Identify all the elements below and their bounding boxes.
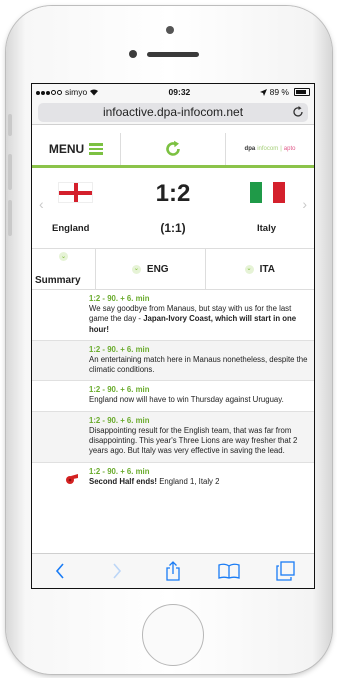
- forward-button[interactable]: [102, 559, 132, 583]
- battery-icon: [293, 88, 310, 96]
- entry-text: An entertaining match here in Manaus non…: [89, 354, 308, 375]
- tab-summary[interactable]: ⌄ Summary: [32, 249, 96, 289]
- menu-button[interactable]: MENU: [32, 133, 121, 165]
- dpa-logo: dpa infocom | apto: [226, 133, 314, 165]
- entry-text: Second Half ends! England 1, Italy 2: [89, 477, 310, 487]
- share-button[interactable]: [158, 559, 188, 583]
- refresh-icon: [166, 140, 180, 156]
- away-team-name: Italy: [257, 223, 277, 234]
- share-icon: [166, 561, 180, 581]
- entry-text: England now will have to win Thursday ag…: [89, 395, 284, 405]
- browser-toolbar: [32, 553, 314, 588]
- ticker-entry: 1:2 - 90. + 6. min Disappointing result …: [32, 411, 314, 463]
- live-ticker: 1:2 - 90. + 6. min We say goodbye from M…: [32, 290, 314, 492]
- logo-separator: |: [280, 146, 282, 152]
- tab-bar: ⌄ Summary ⌄ ENG ⌄ ITA: [32, 249, 314, 290]
- tabs-button[interactable]: [271, 559, 301, 583]
- wifi-icon: [90, 89, 99, 96]
- hamburger-icon: [89, 143, 104, 155]
- next-match-arrow[interactable]: ›: [302, 196, 307, 212]
- location-icon: [259, 88, 267, 96]
- logo-alt: apto: [283, 146, 296, 152]
- earpiece-speaker: [147, 52, 199, 57]
- tab-home-label: ENG: [146, 263, 169, 275]
- entry-time: 1:2 - 90. + 6. min: [89, 415, 150, 425]
- scoreboard: ‹ England 1:2 (1:1) Italy ›: [32, 168, 314, 249]
- mute-switch: [8, 114, 12, 136]
- ticker-entry: 1:2 - 90. + 6. min We say goodbye from M…: [32, 290, 314, 341]
- italy-flag: [250, 182, 286, 203]
- clock: 09:32: [168, 87, 191, 97]
- app-header: MENU dpa infocom | apto: [32, 133, 314, 168]
- whistle-icon: [66, 473, 78, 484]
- camera-dot: [166, 26, 174, 34]
- refresh-button[interactable]: [121, 133, 226, 165]
- volume-up-button: [8, 154, 12, 190]
- home-button[interactable]: [142, 604, 204, 666]
- url-field[interactable]: infoactive.dpa-infocom.net: [38, 102, 308, 122]
- tab-away-label: ITA: [259, 263, 275, 275]
- tab-home-team[interactable]: ⌄ ENG: [96, 249, 206, 289]
- phone-screen: simyo 09:32 89 % infoactive.dpa-infocom.…: [31, 83, 315, 589]
- ticker-entry: 1:2 - 90. + 6. min Second Half ends! Eng…: [32, 463, 314, 492]
- entry-time: 1:2 - 90. + 6. min: [89, 344, 150, 354]
- entry-text-plain: England 1, Italy 2: [157, 476, 220, 486]
- tabs-icon: [276, 561, 295, 581]
- entry-text-bold: Second Half ends!: [89, 476, 158, 486]
- chevron-down-icon: ⌄: [131, 264, 141, 274]
- url-text: infoactive.dpa-infocom.net: [102, 105, 244, 119]
- bookmarks-button[interactable]: [214, 559, 244, 583]
- tab-summary-label: Summary: [35, 275, 81, 286]
- chevron-down-icon: ⌄: [244, 264, 254, 274]
- tab-away-team[interactable]: ⌄ ITA: [206, 249, 315, 289]
- back-button[interactable]: [45, 559, 75, 583]
- ticker-entry: 1:2 - 90. + 6. min England now will have…: [32, 381, 314, 412]
- status-bar: simyo 09:32 89 %: [32, 84, 314, 100]
- carrier-name: simyo: [65, 87, 88, 97]
- book-icon: [218, 563, 241, 579]
- logo-main: dpa: [244, 146, 256, 152]
- entry-text: Disappointing result for the English tea…: [89, 425, 298, 456]
- battery-percent: 89 %: [269, 87, 289, 97]
- address-bar: infoactive.dpa-infocom.net: [32, 100, 314, 125]
- ticker-entry: 1:2 - 90. + 6. min An entertaining match…: [32, 340, 314, 382]
- signal-icon: [36, 87, 63, 97]
- entry-text: We say goodbye from Manaus, but stay wit…: [89, 304, 310, 335]
- chevron-down-icon: ⌄: [59, 252, 68, 261]
- chevron-right-icon: [112, 563, 121, 579]
- front-camera: [129, 50, 137, 58]
- chevron-left-icon: [56, 563, 64, 579]
- logo-sub: infocom: [257, 146, 279, 152]
- reload-icon[interactable]: [293, 106, 304, 118]
- entry-time: 1:2 - 90. + 6. min: [89, 294, 150, 303]
- entry-time: 1:2 - 90. + 6. min: [89, 466, 150, 476]
- menu-label: MENU: [48, 142, 85, 156]
- volume-down-button: [8, 200, 12, 236]
- entry-time: 1:2 - 90. + 6. min: [89, 385, 150, 395]
